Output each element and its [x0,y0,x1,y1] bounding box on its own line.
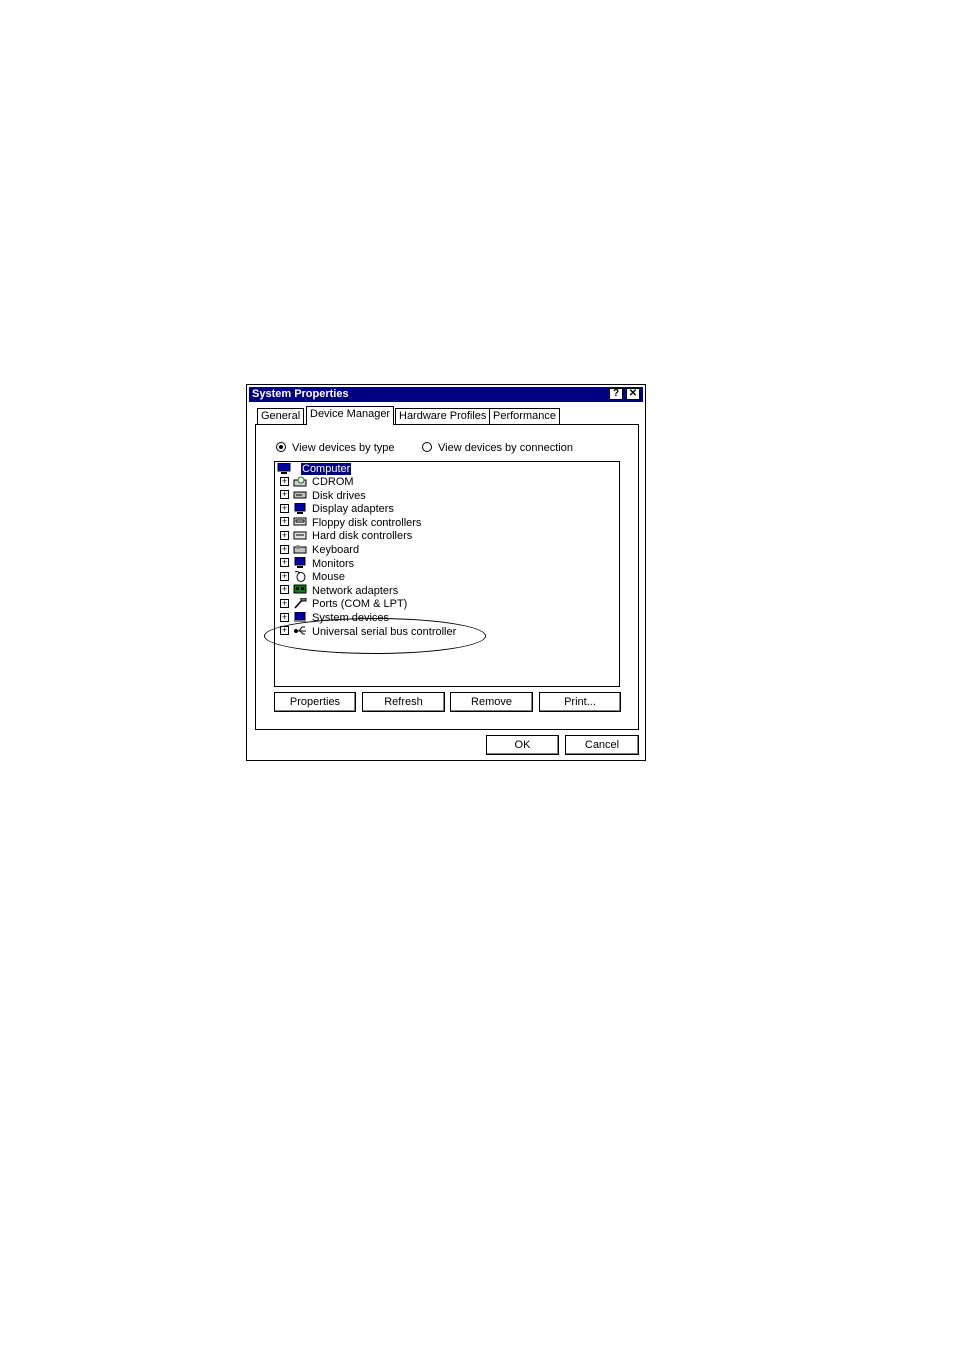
device-manager-panel: View devices by type View devices by con… [255,424,639,730]
device-tree[interactable]: Computer + CDROM + Disk drives + Display adap… [274,461,620,687]
system-device-icon [293,611,307,623]
expand-plus-icon[interactable]: + [280,558,289,568]
tree-item-label: Universal serial bus controller [312,625,457,638]
tree-root-label: Computer [301,463,352,475]
tree-item-usb[interactable]: + Universal serial bus controller [280,626,456,639]
expand-plus-icon[interactable]: + [280,571,289,581]
radio-unselected-icon [422,442,432,453]
view-by-connection-label: View devices by connection [438,442,573,454]
floppy-controller-icon [293,516,307,527]
window-title: System Properties [252,388,349,400]
tree-item-label: Mouse [312,571,346,584]
mouse-icon [293,570,307,582]
tree-item-cdrom[interactable]: + CDROM [280,476,354,489]
tree-item-hard-disk-controller[interactable]: + Hard disk controllers [280,530,412,543]
port-icon [293,597,307,609]
tree-item-label: CDROM [312,476,354,488]
usb-icon [293,625,307,636]
monitor-icon [293,557,307,569]
hard-disk-controller-icon [293,530,307,541]
expand-plus-icon[interactable]: + [280,585,289,595]
remove-button[interactable]: Remove [450,692,533,712]
tree-item-disk-drive[interactable]: + Disk drives [280,490,366,503]
tree-item-label: Hard disk controllers [312,530,413,543]
tree-item-label: Disk drives [312,489,366,502]
computer-icon [277,462,291,474]
close-button[interactable]: ✕ [626,388,640,400]
tree-item-label: Keyboard [312,544,360,556]
tree-root-computer[interactable]: Computer [277,462,352,475]
display-adapter-icon [293,502,307,514]
tree-item-label: System devices [312,612,390,624]
title-bar: System Properties ? ✕ [249,387,643,402]
tab-hardware-profiles[interactable]: Hardware Profiles [395,408,491,424]
ok-button[interactable]: OK [486,735,559,755]
system-properties-dialog: System Properties ? ✕ General Device Man… [246,384,646,761]
view-by-type-radio[interactable]: View devices by type [276,442,395,454]
expand-plus-icon[interactable]: + [280,476,289,486]
tree-item-port[interactable]: + Ports (COM & LPT) [280,597,408,611]
print-button[interactable]: Print... [539,692,621,712]
tree-item-monitor[interactable]: + Monitors [280,557,355,571]
tree-item-label: Display adapters [312,503,394,516]
tab-device-manager[interactable]: Device Manager [306,406,395,425]
properties-button[interactable]: Properties [274,692,356,712]
expand-plus-icon[interactable]: + [280,598,289,608]
tree-item-system-device[interactable]: + System devices [280,611,390,625]
tab-performance[interactable]: Performance [489,408,560,424]
cdrom-icon [293,476,307,487]
tree-item-label: Floppy disk controllers [312,516,422,529]
cancel-button[interactable]: Cancel [565,735,639,755]
expand-plus-icon[interactable]: + [280,503,289,513]
expand-plus-icon[interactable]: + [280,544,289,554]
tree-item-mouse[interactable]: + Mouse [280,570,346,584]
refresh-button[interactable]: Refresh [362,692,445,712]
tree-item-floppy-controller[interactable]: + Floppy disk controllers [280,517,421,530]
tree-item-network-adapter[interactable]: + Network adapters [280,585,398,598]
expand-plus-icon[interactable]: + [280,490,289,500]
expand-plus-icon[interactable]: + [280,517,289,527]
tree-item-label: Ports (COM & LPT) [312,598,408,611]
tab-general[interactable]: General [257,408,305,424]
tree-item-label: Network adapters [312,584,399,597]
tree-item-label: Monitors [312,557,355,570]
expand-plus-icon[interactable]: + [280,612,289,622]
view-by-type-label: View devices by type [292,442,395,454]
expand-plus-icon[interactable]: + [280,626,289,636]
help-button[interactable]: ? [609,388,623,400]
view-by-connection-radio[interactable]: View devices by connection [422,442,573,454]
tree-item-display-adapter[interactable]: + Display adapters [280,502,394,516]
radio-selected-icon [276,442,286,453]
tree-item-keyboard[interactable]: + Keyboard [280,544,359,557]
keyboard-icon [293,544,307,555]
expand-plus-icon[interactable]: + [280,530,289,540]
network-adapter-icon [293,584,307,595]
disk-drive-icon [293,489,307,500]
